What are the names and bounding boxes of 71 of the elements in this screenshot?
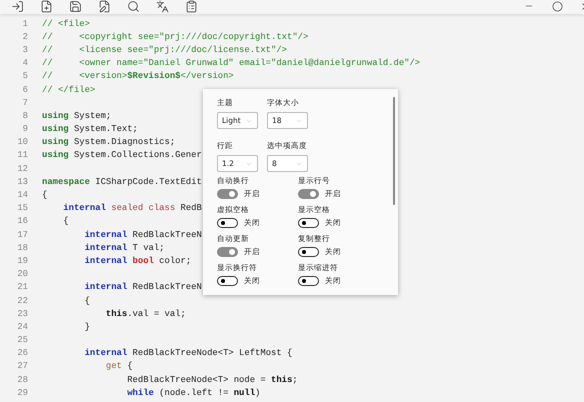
line-number: 8 — [22, 110, 28, 121]
code-line: RedBlackTreeNode<T> node = this; — [126, 374, 298, 385]
code-line: internal sealed class RedB — [62, 203, 202, 214]
code-line: { — [42, 190, 48, 200]
code-line: // </file> — [42, 84, 96, 95]
line-number: 4 — [22, 58, 28, 68]
new-file-icon[interactable] — [39, 0, 53, 13]
code-line: internal RedBlackTreeN — [84, 230, 202, 240]
toggle-switch[interactable] — [217, 218, 238, 228]
code-line: internal T val; — [84, 242, 164, 253]
code-line: internal RedBlackTreeN — [84, 282, 202, 292]
toggle-switch[interactable] — [298, 189, 319, 199]
edit-file-icon[interactable] — [97, 0, 111, 13]
line-number: 16 — [16, 216, 28, 226]
toggle-switch[interactable] — [217, 276, 238, 286]
line-number: 25 — [16, 335, 28, 346]
line-number: 29 — [16, 388, 28, 398]
code-line: // <license see="prj:///doc/license.txt"/> — [42, 44, 287, 55]
line-number: 18 — [16, 242, 28, 253]
maximize-icon[interactable] — [550, 0, 564, 13]
line-number: 22 — [16, 296, 28, 306]
line-number: 23 — [16, 308, 28, 319]
line-number: 13 — [16, 176, 28, 187]
line-number: 24 — [16, 322, 28, 332]
line-number: 26 — [16, 348, 28, 358]
code-line: namespace ICSharpCode.TextEdit — [42, 176, 202, 187]
scrollbar[interactable] — [393, 97, 395, 205]
line-number: 7 — [22, 98, 28, 108]
code-line: // <file> — [42, 18, 90, 29]
code-line: using System.Text; — [42, 124, 138, 134]
code-line: // <version>$Revision$</version> — [42, 71, 234, 82]
search-icon[interactable] — [126, 0, 140, 13]
code-line: while (node.left != null) — [126, 388, 260, 398]
toggle-switch[interactable] — [217, 247, 238, 257]
code-line: internal RedBlackTreeNode<T> LeftMost { — [84, 348, 292, 358]
toggle-switch[interactable] — [298, 218, 319, 228]
code-line: // <copyright see="prj:///doc/copyright.txt"/> — [42, 32, 308, 42]
line-number: 1 — [22, 18, 28, 29]
line-number: 2 — [22, 32, 28, 42]
line-number: 17 — [16, 230, 28, 240]
line-number: 20 — [16, 269, 28, 280]
code-line: this.val = val; — [104, 308, 186, 319]
line-number: 3 — [22, 44, 28, 55]
toggle-switch[interactable] — [298, 276, 319, 286]
line-number: 10 — [16, 137, 28, 148]
sign-in-icon[interactable] — [10, 0, 24, 13]
line-number: 11 — [16, 150, 28, 160]
code-line: get { — [104, 361, 133, 372]
line-number: 19 — [16, 256, 28, 266]
code-line: using System.Diagnostics; — [42, 137, 176, 148]
line-number: 28 — [16, 374, 28, 385]
line-number: 5 — [22, 71, 28, 82]
line-number: 14 — [16, 190, 28, 200]
line-number: 6 — [22, 84, 28, 95]
line-number: 12 — [16, 164, 28, 174]
code-line: using System.Collections.Gener — [42, 150, 202, 160]
line-number: 15 — [16, 203, 28, 214]
toggle-switch[interactable] — [217, 189, 238, 199]
save-icon[interactable] — [68, 0, 82, 13]
line-number: 27 — [16, 361, 28, 372]
code-line: // <owner name="Daniel Grunwald" email="daniel@danielgrunwald.de"/> — [42, 58, 420, 68]
line-number: 9 — [22, 124, 28, 134]
code-line: using System; — [42, 110, 112, 121]
line-number: 21 — [16, 282, 28, 292]
code-line: { — [62, 216, 69, 226]
code-line: } — [84, 322, 90, 332]
toggle-switch[interactable] — [298, 247, 319, 257]
code-line: { — [84, 296, 90, 306]
translate-icon[interactable] — [155, 0, 169, 13]
clipboard-icon[interactable] — [184, 0, 198, 13]
code-line: internal bool color; — [84, 256, 192, 266]
